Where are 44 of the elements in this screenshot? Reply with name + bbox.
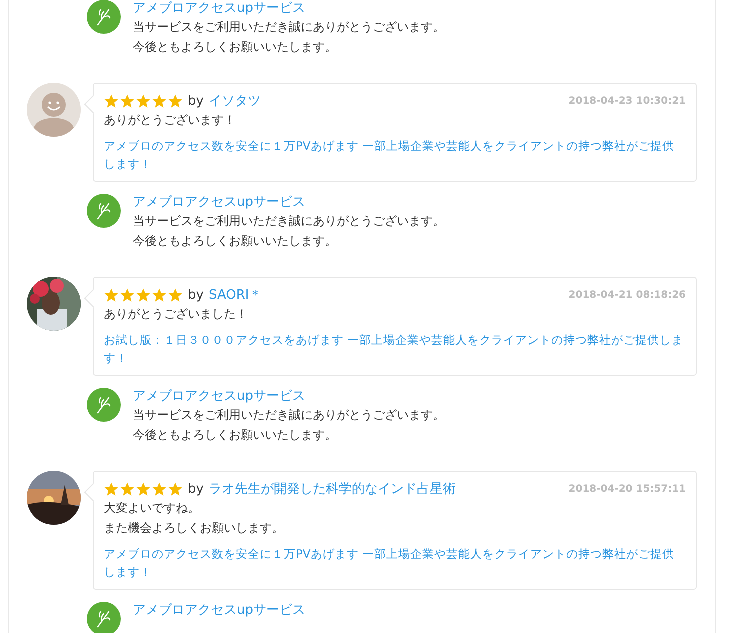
service-link[interactable]: アメブロのアクセス数を安全に１万PVあげます 一部上場企業や芸能人をクライアントの持つ弊社がご提供します！ [104,545,686,581]
by-label: by [188,94,204,108]
reviewer-link[interactable]: イソタツ [208,92,261,110]
leaf-logo-icon [87,194,121,228]
reply-text: 今後ともよろしくお願いいたします。 [133,39,338,56]
by-label: by [188,288,204,302]
review-comment: 大変よいですね。 [104,500,201,517]
star-icon [120,94,135,108]
reply-text: 今後ともよろしくお願いいたします。 [133,233,338,250]
seller-link[interactable]: アメブロアクセスupサービス [133,388,445,405]
reviewer-link[interactable]: SAORI＊ [208,286,262,304]
reviewer-link[interactable]: ラオ先生が開発した科学的なインド占星術 [208,480,456,498]
service-link[interactable]: お試し版：１日３０００アクセスをあげます 一部上場企業や芸能人をクライアントの持つ弊社がご提供します！ [104,331,686,367]
star-icon [104,288,119,302]
reply-text: 当サービスをご利用いただき誠にありがとうございます。 [133,213,445,230]
reply-text: 今後ともよろしくお願いいたします。 [133,427,338,444]
reply-text: 当サービスをご利用いただき誠にありがとうございます。 [133,407,445,424]
star-icon [104,482,119,496]
leaf-logo-icon [87,388,121,422]
review-comment: ありがとうございます！ [104,112,237,129]
star-icon [136,94,151,108]
review-date: 2018-04-21 08:18:26 [568,290,686,300]
seller-link[interactable]: アメブロアクセスupサービス [133,0,445,17]
star-icon [168,288,183,302]
seller-link[interactable]: アメブロアクセスupサービス [133,194,445,211]
by-label: by [188,482,204,496]
star-icon [136,288,151,302]
star-icon [152,288,167,302]
star-icon [120,288,135,302]
review-comment: また機会よろしくお願いします。 [104,520,285,537]
reply-text: 当サービスをご利用いただき誠にありがとうございます。 [133,19,445,36]
service-link[interactable]: アメブロのアクセス数を安全に１万PVあげます 一部上場企業や芸能人をクライアントの持つ弊社がご提供します！ [104,137,686,173]
review-comment: ありがとうございました！ [104,306,249,323]
seller-link[interactable]: アメブロアクセスupサービス [133,602,306,619]
star-icon [152,482,167,496]
review-date: 2018-04-20 15:57:11 [568,484,686,494]
star-icon [168,482,183,496]
star-icon [168,94,183,108]
star-icon [152,94,167,108]
star-icon [136,482,151,496]
star-icon [120,482,135,496]
review-date: 2018-04-23 10:30:21 [568,96,686,106]
star-icon [104,94,119,108]
avatar-icon [27,83,81,137]
